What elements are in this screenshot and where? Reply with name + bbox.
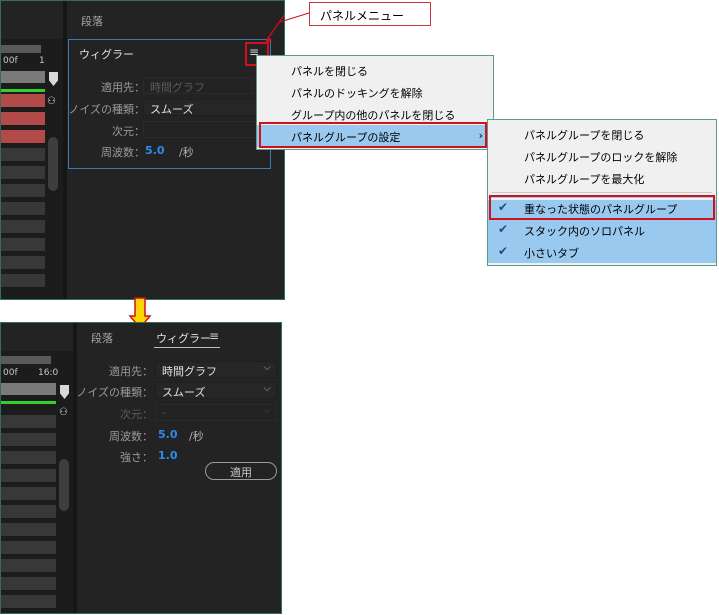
dimension-dropdown: - ⌵ xyxy=(155,404,277,421)
noise-type-dropdown[interactable]: スムーズ xyxy=(143,99,258,116)
track-row[interactable] xyxy=(1,487,56,501)
apply-to-value: 時間グラフ xyxy=(150,81,205,94)
frequency-label: 周波数： xyxy=(109,430,153,443)
noise-type-label: ノイズの種類： xyxy=(76,386,153,399)
timecode-label: 00f xyxy=(3,368,18,378)
frequency-label: 周波数： xyxy=(101,146,145,159)
frequency-unit: /秒 xyxy=(189,430,204,443)
dimension-value: - xyxy=(162,406,166,419)
track-row[interactable] xyxy=(1,541,56,555)
bottom-screenshot: 00f 16:0 ⚇ 段落 ウィグラー ≡ 適用先： 時間グラフ ⌵ ノイズの種… xyxy=(0,322,282,614)
chevron-down-icon: ⌵ xyxy=(263,362,271,373)
work-area-line xyxy=(1,89,45,92)
dimension-label: 次元： xyxy=(120,408,153,421)
track-row[interactable] xyxy=(1,220,45,234)
noise-type-dropdown[interactable]: スムーズ ⌵ xyxy=(155,382,277,399)
check-icon: ✔ xyxy=(498,244,509,258)
scrollbar-thumb[interactable] xyxy=(48,137,58,191)
chevron-down-icon: ⌵ xyxy=(263,405,271,416)
frequency-value[interactable]: 5.0 xyxy=(145,144,165,157)
scrollbar-thumb[interactable] xyxy=(59,459,69,511)
track-row[interactable] xyxy=(1,415,56,429)
check-icon: ✔ xyxy=(498,222,509,236)
callout-line xyxy=(279,12,310,23)
apply-button-label: 適用 xyxy=(230,466,252,479)
track-row[interactable] xyxy=(1,469,56,483)
track-row[interactable] xyxy=(1,274,45,288)
tab-paragraph[interactable]: 段落 xyxy=(91,330,113,346)
apply-to-label: 適用先： xyxy=(109,365,153,378)
track-row[interactable] xyxy=(1,595,56,609)
apply-to-label: 適用先： xyxy=(101,81,145,94)
panel-menu-callout: パネルメニュー xyxy=(309,2,431,26)
track-row[interactable] xyxy=(1,238,45,252)
group-settings-highlight xyxy=(259,122,487,148)
keyframe-row[interactable] xyxy=(1,112,45,126)
hamburger-icon[interactable]: ≡ xyxy=(209,329,219,343)
work-area-line xyxy=(1,401,56,404)
timeline-ruler[interactable] xyxy=(1,45,41,53)
strength-value[interactable]: 1.0 xyxy=(158,449,178,462)
tab-underline xyxy=(154,347,220,348)
keyframe-row[interactable] xyxy=(1,130,45,144)
chevron-down-icon: ⌵ xyxy=(263,383,271,394)
panel-group-submenu: パネルグループを閉じる パネルグループのロックを解除 パネルグループを最大化 ✔… xyxy=(487,119,717,266)
menu-item-undock-panel[interactable]: パネルのドッキングを解除 xyxy=(257,81,493,103)
submenu-item-close-group[interactable]: パネルグループを閉じる xyxy=(488,123,716,145)
submenu-item-solo-in-stack[interactable]: ✔ スタック内のソロパネル xyxy=(488,219,716,241)
menu-separator xyxy=(492,192,712,193)
track-row[interactable] xyxy=(1,523,56,537)
callout-text: パネルメニュー xyxy=(320,9,405,23)
track-row[interactable] xyxy=(1,505,56,519)
menu-item-close-panel[interactable]: パネルを閉じる xyxy=(257,59,493,81)
submenu-item-unlock-group[interactable]: パネルグループのロックを解除 xyxy=(488,145,716,167)
stacked-groups-highlight xyxy=(489,195,715,220)
apply-to-dropdown[interactable]: 時間グラフ ⌵ xyxy=(155,361,277,378)
track-row[interactable] xyxy=(1,202,45,216)
panel-title: ウィグラー xyxy=(79,48,134,61)
tab-wiggler[interactable]: ウィグラー xyxy=(156,330,211,346)
track-row[interactable] xyxy=(1,166,45,180)
timecode-label-2: 1 xyxy=(39,56,45,66)
track-row[interactable] xyxy=(1,184,45,198)
timeline-ruler[interactable] xyxy=(1,356,51,364)
dimension-dropdown xyxy=(143,121,258,138)
top-screenshot: 00f 1 ⚇ 段落 ウィグラー ≡ 適用先： 時間グラフ ノイズの種類： スム… xyxy=(0,0,285,300)
strength-label: 強さ： xyxy=(120,451,153,464)
timecode-label-2: 16:0 xyxy=(38,368,59,378)
ruler-bar xyxy=(1,71,45,83)
frequency-unit: /秒 xyxy=(179,146,194,159)
vertical-scrollbar[interactable] xyxy=(47,93,59,289)
keyframe-row[interactable] xyxy=(1,94,45,108)
track-row[interactable] xyxy=(1,577,56,591)
timecode-label: 00f xyxy=(3,56,18,66)
noise-type-value: スムーズ xyxy=(150,103,194,116)
dimension-label: 次元： xyxy=(112,125,145,138)
submenu-item-small-tabs[interactable]: ✔ 小さいタブ xyxy=(488,241,716,263)
apply-to-value: 時間グラフ xyxy=(162,365,217,378)
submenu-item-maximize-group[interactable]: パネルグループを最大化 xyxy=(488,167,716,189)
frequency-value[interactable]: 5.0 xyxy=(158,428,178,441)
track-row[interactable] xyxy=(1,451,56,465)
track-row[interactable] xyxy=(1,256,45,270)
apply-to-dropdown: 時間グラフ xyxy=(143,77,253,94)
track-row[interactable] xyxy=(1,433,56,447)
noise-type-label: ノイズの種類： xyxy=(68,103,145,116)
tab-paragraph[interactable]: 段落 xyxy=(81,13,103,29)
apply-button[interactable]: 適用 xyxy=(205,462,277,480)
noise-type-value: スムーズ xyxy=(162,386,206,399)
track-row[interactable] xyxy=(1,148,45,162)
track-row[interactable] xyxy=(1,559,56,573)
